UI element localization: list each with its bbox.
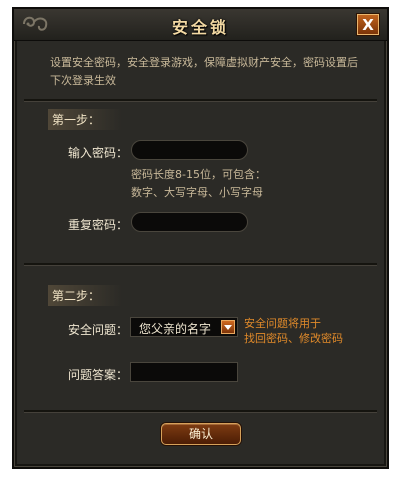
password-hint-line2: 数字、大写字母、小写字母 (131, 186, 263, 199)
chevron-down-icon[interactable] (221, 320, 235, 334)
close-button[interactable]: X (357, 14, 379, 35)
password-input[interactable] (131, 140, 248, 160)
step1-title: 第一步： (48, 109, 123, 130)
security-question-hint-line1: 安全问题将用于 (244, 317, 321, 330)
security-question-value: 您父亲的名字 (139, 322, 212, 336)
repeat-password-label: 重复密码： (67, 218, 128, 232)
divider-middle (24, 263, 377, 266)
security-question-hint-line2: 找回密码、修改密码 (244, 332, 343, 345)
dialog-title: 安全锁 (171, 18, 229, 37)
answer-label: 问题答案： (67, 368, 128, 382)
password-hint-line1: 密码长度8-15位，可包含： (131, 168, 266, 181)
title-bar: 安全锁 X (14, 9, 387, 41)
password-hint: 密码长度8-15位，可包含： 数字、大写字母、小写字母 (131, 166, 266, 202)
divider-top (24, 99, 377, 102)
repeat-password-input[interactable] (131, 212, 248, 232)
step2-title: 第二步： (48, 285, 123, 306)
confirm-button[interactable]: 确认 (161, 423, 241, 445)
description-text: 设置安全密码，安全登录游戏，保障虚拟财产安全，密码设置后下次登录生效 (50, 56, 358, 87)
security-question-select[interactable]: 您父亲的名字 (130, 317, 238, 337)
security-question-label: 安全问题： (67, 323, 128, 337)
password-label: 输入密码： (67, 146, 128, 160)
close-icon: X (362, 16, 374, 34)
divider-bottom (24, 410, 377, 413)
security-question-hint: 安全问题将用于 找回密码、修改密码 (244, 316, 343, 346)
security-lock-dialog: 安全锁 X 设置安全密码，安全登录游戏，保障虚拟财产安全，密码设置后下次登录生效… (12, 7, 389, 469)
answer-input[interactable] (130, 362, 238, 382)
